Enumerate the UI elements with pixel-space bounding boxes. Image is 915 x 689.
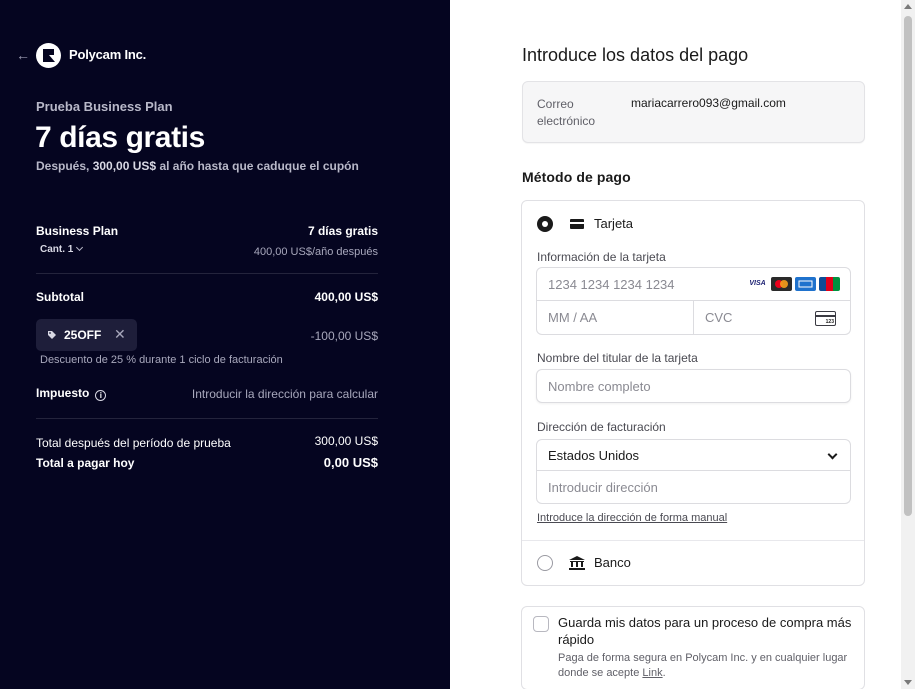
jcb-icon xyxy=(819,277,840,291)
amex-icon xyxy=(795,277,816,291)
expiry-input[interactable]: MM / AA xyxy=(537,301,694,334)
coupon-code: 25OFF xyxy=(64,328,102,342)
scrollbar[interactable] xyxy=(901,0,915,689)
cvc-card-icon: 123 xyxy=(815,311,836,326)
visa-icon: VISA xyxy=(747,277,768,291)
total-after-trial-label: Total después del período de prueba xyxy=(36,436,231,450)
total-after-trial-value: 300,00 US$ xyxy=(314,434,378,448)
scrollbar-thumb[interactable] xyxy=(904,16,912,516)
line-item-name: Business Plan xyxy=(36,224,119,238)
plan-label: Prueba Business Plan xyxy=(36,99,173,114)
divider xyxy=(36,418,378,419)
bank-method-label[interactable]: Banco xyxy=(594,555,631,570)
back-arrow-icon[interactable]: ← xyxy=(16,47,30,63)
line-item-price-after: 400,00 US$/año después xyxy=(253,246,378,258)
after-trial-text: Después, 300,00 US$ al año hasta que cad… xyxy=(36,159,359,173)
order-summary-panel: ← Polycam Inc. Prueba Business Plan 7 dí… xyxy=(0,0,450,689)
cardholder-label: Nombre del titular de la tarjeta xyxy=(537,351,698,365)
trial-title: 7 días gratis xyxy=(35,121,205,154)
cardholder-name-input[interactable]: Nombre completo xyxy=(536,369,851,403)
coupon-description: Descuento de 25 % durante 1 ciclo de fac… xyxy=(40,354,283,366)
scroll-down-icon[interactable] xyxy=(904,680,912,685)
total-today-label: Total a pagar hoy xyxy=(36,456,135,470)
quantity-selector[interactable]: Cant. 1 xyxy=(40,243,84,255)
link-link[interactable]: Link xyxy=(642,667,662,679)
brand-name[interactable]: Polycam Inc. xyxy=(69,47,146,62)
remove-coupon-icon[interactable]: ✕ xyxy=(114,327,126,341)
save-info-description: Paga de forma segura en Polycam Inc. y e… xyxy=(558,652,848,679)
tax-row: Impuesto i xyxy=(36,386,107,401)
tag-icon xyxy=(48,331,56,339)
coupon-chip: 25OFF ✕ xyxy=(36,319,137,351)
bank-radio[interactable] xyxy=(537,555,553,571)
payment-method-title: Método de pago xyxy=(522,169,631,185)
coupon-discount: -100,00 US$ xyxy=(310,329,378,343)
card-method-label[interactable]: Tarjeta xyxy=(594,216,633,231)
scroll-up-icon[interactable] xyxy=(904,4,912,9)
billing-address-label: Dirección de facturación xyxy=(537,420,666,434)
address-input[interactable]: Introducir dirección xyxy=(536,471,851,504)
save-info-checkbox[interactable] xyxy=(533,616,549,632)
card-number-input[interactable]: 1234 1234 1234 1234 VISA xyxy=(536,267,851,301)
email-display: Correo electrónico mariacarrero093@gmail… xyxy=(522,81,865,143)
divider xyxy=(36,273,378,274)
email-label: Correo electrónico xyxy=(537,97,596,128)
polycam-logo-icon xyxy=(36,43,61,68)
chevron-down-icon xyxy=(827,449,838,460)
subtotal-value: 400,00 US$ xyxy=(314,290,378,304)
email-value: mariacarrero093@gmail.com xyxy=(631,96,786,110)
card-info-label: Información de la tarjeta xyxy=(537,250,666,264)
cvc-input[interactable]: CVC 123 xyxy=(694,301,850,334)
save-info-box: Guarda mis datos para un proceso de comp… xyxy=(521,606,865,689)
payment-method-accordion: Tarjeta Información de la tarjeta 1234 1… xyxy=(521,200,865,586)
card-radio[interactable] xyxy=(537,216,553,232)
chevron-down-icon xyxy=(76,243,84,252)
bank-icon xyxy=(569,556,585,570)
credit-card-icon xyxy=(570,219,584,229)
card-brands: VISA xyxy=(747,277,840,291)
card-expiry-cvc-row: MM / AA CVC 123 xyxy=(536,301,851,335)
tax-value: Introducir la dirección para calcular xyxy=(191,387,378,401)
divider xyxy=(522,540,864,541)
payment-title: Introduce los datos del pago xyxy=(522,45,749,65)
subtotal-label: Subtotal xyxy=(36,290,84,304)
manual-address-link[interactable]: Introduce la dirección de forma manual xyxy=(537,512,727,524)
country-select[interactable]: Estados Unidos xyxy=(536,439,851,471)
line-item-price: 7 días gratis xyxy=(307,224,378,238)
mastercard-icon xyxy=(771,277,792,291)
info-icon[interactable]: i xyxy=(95,390,107,401)
save-info-title[interactable]: Guarda mis datos para un proceso de comp… xyxy=(558,614,858,648)
total-today-value: 0,00 US$ xyxy=(323,455,378,470)
